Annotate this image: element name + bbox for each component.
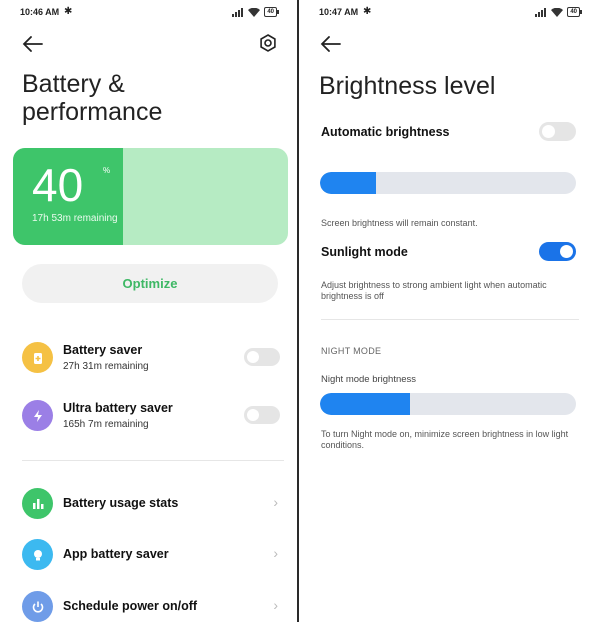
automatic-brightness-label: Automatic brightness: [321, 125, 450, 139]
lightbulb-icon: [22, 539, 53, 570]
status-bar: 10:47 AM ✱ 40: [319, 6, 582, 21]
battery-saver-toggle[interactable]: [244, 348, 280, 366]
battery-saver-title: Battery saver: [63, 343, 143, 357]
app-battery-saver-row[interactable]: App battery saver ›: [22, 535, 280, 575]
wifi-icon: [551, 7, 564, 17]
lightning-icon: [22, 400, 53, 431]
divider: [321, 319, 579, 320]
ultra-battery-saver-title: Ultra battery saver: [63, 401, 173, 415]
signal-icon: [535, 7, 547, 17]
night-mode-section-header: NIGHT MODE: [321, 346, 382, 356]
wifi-icon: [248, 7, 261, 17]
sunlight-note: Adjust brightness to strong ambient ligh…: [321, 280, 547, 301]
status-time: 10:46 AM: [20, 7, 60, 17]
optimize-button[interactable]: Optimize: [22, 264, 278, 303]
bar-chart-icon: [22, 488, 53, 519]
back-arrow-icon: [320, 36, 341, 52]
night-mode-brightness-label: Night mode brightness: [321, 374, 417, 385]
brightness-slider-fill: [320, 172, 377, 194]
chevron-right-icon: ›: [273, 545, 278, 561]
back-button[interactable]: [22, 36, 44, 52]
battery-plus-icon: [22, 342, 53, 373]
battery-performance-screen: 10:46 AM ✱ 40 Battery & performance 40 %…: [0, 0, 297, 622]
battery-saver-subtitle: 27h 31m remaining: [63, 361, 149, 372]
battery-usage-stats-row[interactable]: Battery usage stats ›: [22, 484, 280, 524]
power-icon: [22, 591, 53, 622]
back-arrow-icon: [22, 36, 43, 52]
schedule-power-row[interactable]: Schedule power on/off ›: [22, 587, 280, 622]
battery-percent: 40: [32, 159, 84, 211]
status-battery-icon: 40: [567, 7, 582, 17]
settings-gear-icon[interactable]: [259, 34, 277, 52]
status-bar: 10:46 AM ✱ 40: [20, 6, 279, 21]
brightness-note: Screen brightness will remain constant.: [321, 218, 478, 228]
status-gear-icon: ✱: [363, 6, 372, 17]
app-battery-saver-title: App battery saver: [63, 547, 169, 561]
ultra-battery-saver-toggle[interactable]: [244, 406, 280, 424]
sunlight-mode-label: Sunlight mode: [321, 245, 408, 259]
ultra-battery-saver-subtitle: 165h 7m remaining: [63, 419, 149, 430]
automatic-brightness-toggle[interactable]: [539, 122, 576, 141]
chevron-right-icon: ›: [273, 494, 278, 510]
back-button[interactable]: [320, 36, 342, 52]
signal-icon: [232, 7, 244, 17]
page-title: Battery & performance: [22, 70, 163, 126]
chevron-right-icon: ›: [273, 597, 278, 613]
battery-usage-stats-title: Battery usage stats: [63, 496, 179, 510]
page-title: Brightness level: [319, 72, 496, 100]
status-time: 10:47 AM: [319, 7, 359, 17]
battery-remaining: 17h 53m remaining: [32, 213, 118, 224]
status-battery-icon: 40: [264, 7, 279, 17]
schedule-power-title: Schedule power on/off: [63, 599, 198, 613]
ultra-battery-saver-row[interactable]: Ultra battery saver 165h 7m remaining: [22, 396, 280, 436]
status-gear-icon: ✱: [64, 6, 73, 17]
night-mode-brightness-slider[interactable]: [320, 393, 576, 415]
sunlight-mode-toggle[interactable]: [539, 242, 576, 261]
brightness-slider[interactable]: [320, 172, 576, 194]
night-mode-note: To turn Night mode on, minimize screen b…: [321, 429, 569, 450]
battery-saver-row[interactable]: Battery saver 27h 31m remaining: [22, 338, 280, 378]
night-mode-slider-fill: [320, 393, 410, 415]
divider: [22, 460, 284, 461]
percent-symbol: %: [103, 166, 111, 175]
brightness-level-screen: 10:47 AM ✱ 40 Brightness level Automatic…: [299, 0, 600, 622]
battery-level-card: 40 % 17h 53m remaining: [13, 148, 288, 245]
